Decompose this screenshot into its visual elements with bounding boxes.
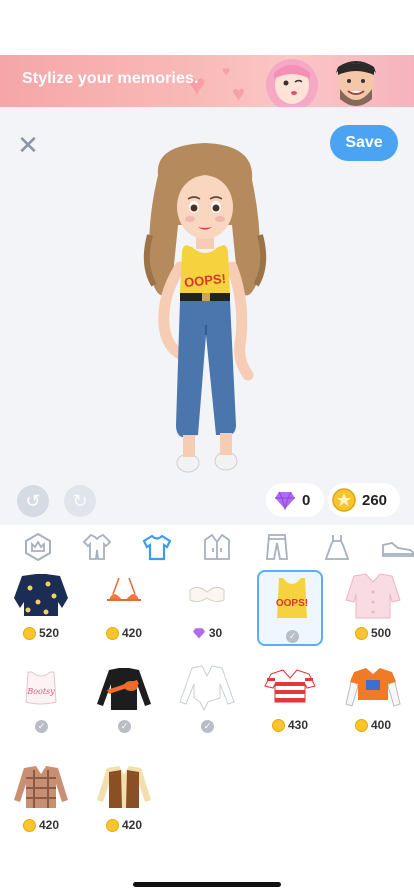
undo-icon: ↺ xyxy=(25,490,41,511)
brown-vest-image xyxy=(97,766,151,808)
tab-dress[interactable] xyxy=(320,531,354,563)
tab-jumpsuit[interactable] xyxy=(80,531,114,563)
plaid-shirt-image xyxy=(14,766,68,808)
screen: ♥ ♥ ♥ Stylize your memories. ✕ Save OOPS… xyxy=(0,0,414,896)
item-card[interactable]: 520 xyxy=(8,570,74,646)
item-card[interactable]: ✓ xyxy=(174,662,240,738)
item-card[interactable]: 30 xyxy=(174,570,240,646)
item-price: 420 xyxy=(91,818,157,832)
item-price: 520 xyxy=(8,626,74,640)
tshirt-icon xyxy=(142,534,172,561)
item-card[interactable]: 420 xyxy=(8,762,74,838)
orange-layered-tee-image xyxy=(345,668,401,707)
item-card[interactable]: 500 xyxy=(340,570,406,646)
item-price: 420 xyxy=(91,626,157,640)
white-bandeau-image xyxy=(189,586,225,603)
save-button[interactable]: Save xyxy=(330,125,398,161)
coin-icon xyxy=(22,818,36,832)
floral-jacket-image xyxy=(14,574,68,616)
undo-button[interactable]: ↺ xyxy=(17,485,49,517)
owned-check-icon: ✓ xyxy=(35,720,48,733)
close-button[interactable]: ✕ xyxy=(14,131,42,159)
orange-bikini-top-image xyxy=(107,577,141,601)
gem-icon xyxy=(275,491,295,510)
item-card[interactable]: 420 xyxy=(91,762,157,838)
tab-jacket[interactable] xyxy=(200,531,234,563)
coin-count: 260 xyxy=(362,491,388,509)
jacket-icon xyxy=(204,533,230,560)
redo-icon: ↻ xyxy=(72,490,88,511)
yellow-oops-tank-image: OOPS! xyxy=(276,578,308,618)
tab-shoes[interactable] xyxy=(380,531,414,563)
item-card[interactable]: ✓ xyxy=(91,662,157,738)
gem-balance[interactable]: 0 xyxy=(266,483,324,517)
item-card[interactable]: Bootsy ✓ xyxy=(8,662,74,738)
coin-icon xyxy=(105,626,119,640)
coin-icon xyxy=(105,818,119,832)
coin-icon xyxy=(271,718,285,732)
pants-icon xyxy=(266,534,288,560)
coin-balance[interactable]: 260 xyxy=(328,483,400,517)
item-card-selected[interactable]: OOPS! ✓ xyxy=(257,570,323,646)
owned-check-icon: ✓ xyxy=(118,720,131,733)
pink-pajama-shirt-image xyxy=(345,573,401,619)
black-longsleeve-image xyxy=(97,668,151,710)
item-price: 430 xyxy=(257,718,323,732)
coin-icon xyxy=(354,626,368,640)
dress-icon xyxy=(324,535,350,560)
tab-tshirt[interactable] xyxy=(140,531,174,563)
coin-icon xyxy=(22,626,36,640)
item-price: 500 xyxy=(340,626,406,640)
banner-text: Stylize your memories. xyxy=(22,70,199,87)
couple-avatars xyxy=(266,59,376,107)
tab-pants[interactable] xyxy=(260,531,294,563)
gem-count: 0 xyxy=(302,491,311,509)
tab-crown[interactable] xyxy=(21,531,55,563)
svg-text:OOPS!: OOPS! xyxy=(276,598,308,609)
svg-text:Bootsy: Bootsy xyxy=(26,687,55,696)
promo-banner[interactable]: ♥ ♥ ♥ Stylize your memories. xyxy=(0,55,414,107)
heart-icon: ♥ xyxy=(222,63,231,79)
item-price: 420 xyxy=(8,818,74,832)
owned-check-icon: ✓ xyxy=(201,720,214,733)
close-icon: ✕ xyxy=(17,130,39,160)
item-price: 30 xyxy=(174,626,240,640)
sneaker-icon xyxy=(382,542,414,557)
avatar-stage: ✕ Save OOPS! ↺ ↻ 0 260 xyxy=(0,107,414,525)
avatar-figure[interactable]: OOPS! xyxy=(120,135,290,505)
home-indicator xyxy=(133,882,281,887)
item-card[interactable]: 430 xyxy=(257,662,323,738)
item-card[interactable]: 420 xyxy=(91,570,157,646)
white-tied-blouse-image xyxy=(179,665,235,712)
item-card[interactable]: 400 xyxy=(340,662,406,738)
white-crop-top-image: Bootsy xyxy=(25,671,57,705)
category-tabs xyxy=(0,525,414,570)
gem-icon xyxy=(192,628,205,639)
jumpsuit-icon xyxy=(82,533,112,560)
owned-check-icon: ✓ xyxy=(286,630,299,643)
coin-icon xyxy=(354,718,368,732)
crown-icon xyxy=(25,532,51,562)
striped-crop-top-image xyxy=(264,669,316,703)
redo-button[interactable]: ↻ xyxy=(64,485,96,517)
item-price: 400 xyxy=(340,718,406,732)
coin-icon xyxy=(332,488,356,512)
